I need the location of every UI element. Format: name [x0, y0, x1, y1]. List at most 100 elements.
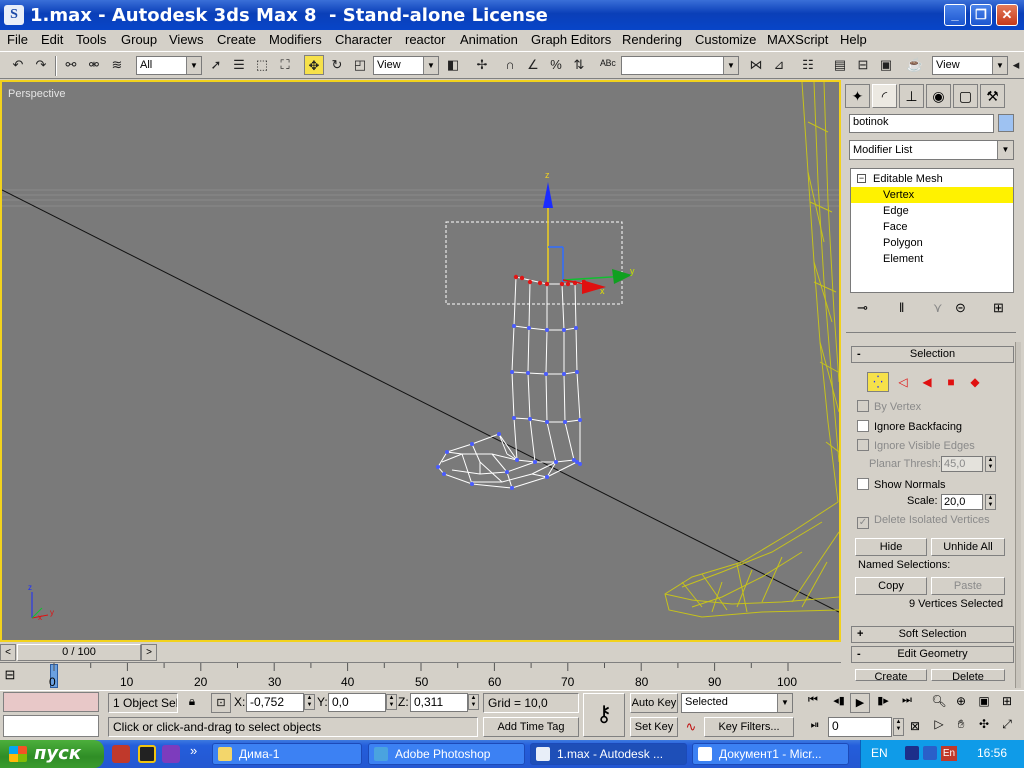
hide-button[interactable]: Hide — [855, 538, 927, 556]
undo-icon[interactable]: ↶ — [8, 55, 28, 75]
pan-icon[interactable]: ✋︎ — [952, 717, 970, 735]
menu-animation[interactable]: Animation — [460, 32, 518, 47]
default-in-out-tangents-icon[interactable]: ∿ — [682, 719, 700, 737]
edit-geometry-rollout-header[interactable]: - Edit Geometry — [851, 646, 1014, 663]
modifier-list-dropdown[interactable]: Modifier List ▼ — [849, 140, 1014, 160]
slider-prev-icon[interactable]: < — [0, 644, 16, 661]
select-and-move-icon[interactable]: ✥ — [304, 55, 324, 75]
slider-next-icon[interactable]: > — [141, 644, 157, 661]
menu-edit[interactable]: Edit — [41, 32, 63, 47]
select-and-link-icon[interactable]: ⚯ — [61, 55, 81, 75]
boot-wireframe[interactable] — [437, 276, 585, 489]
schematic-view-icon[interactable]: ⊟ — [853, 55, 873, 75]
edit-named-selection-icon[interactable]: ᴬᴮᶜ — [598, 55, 618, 75]
show-end-result-icon[interactable]: ‖ — [899, 300, 904, 315]
y-coordinate-field[interactable]: 0,0 — [328, 693, 386, 712]
minimize-button[interactable]: _ — [944, 4, 966, 26]
field-of-view-icon[interactable]: ▷ — [930, 717, 948, 735]
motion-tab-icon[interactable]: ◉ — [926, 84, 951, 108]
pin-stack-icon[interactable]: ⊸ — [857, 300, 868, 316]
material-editor-icon[interactable]: ▣ — [876, 55, 896, 75]
edge-subobject-icon[interactable]: ◁ — [893, 372, 913, 392]
spinner-arrows-icon[interactable]: ▲ ▼ — [985, 494, 996, 510]
taskbar-item-word[interactable]: Документ1 - Micr... — [692, 743, 849, 765]
quicklaunch-app-icon[interactable] — [112, 745, 130, 763]
menu-views[interactable]: Views — [169, 32, 203, 47]
track-bar[interactable]: ⊟ 0 10 20 30 40 50 60 70 80 90 100 — [0, 662, 841, 690]
by-vertex-checkbox[interactable]: By Vertex — [857, 400, 921, 413]
spinner-arrows-icon[interactable]: ▲ ▼ — [468, 694, 479, 710]
app-icon[interactable]: S — [4, 5, 24, 25]
display-tab-icon[interactable]: ▢ — [953, 84, 978, 108]
select-object-icon[interactable]: ➚ — [206, 55, 226, 75]
percent-snap-icon[interactable]: % — [546, 55, 566, 75]
time-slider-thumb[interactable]: 0 / 100 — [17, 644, 141, 661]
key-mode-toggle-icon[interactable]: ⏯ — [806, 719, 824, 737]
menu-help[interactable]: Help — [840, 32, 867, 47]
previous-frame-icon[interactable]: ◂▮ — [830, 694, 848, 712]
set-key-mode-icon[interactable]: ⚷ — [583, 693, 625, 737]
render-view-dropdown[interactable]: View ▼ — [932, 56, 1008, 75]
stack-item-polygon[interactable]: Polygon — [851, 235, 1013, 251]
mirror-icon[interactable]: ⋈ — [746, 55, 766, 75]
manipulate-icon[interactable]: ✢ — [472, 55, 492, 75]
stack-item-vertex[interactable]: Vertex — [851, 187, 1013, 203]
spinner-arrows-icon[interactable]: ▲ ▼ — [893, 718, 904, 736]
hierarchy-tab-icon[interactable]: ⊥ — [899, 84, 924, 108]
start-button[interactable]: пуск — [0, 740, 104, 768]
snaps-toggle-icon[interactable]: ∩ — [500, 55, 520, 75]
menu-modifiers[interactable]: Modifiers — [269, 32, 322, 47]
arc-rotate-icon[interactable]: ✣ — [975, 717, 993, 735]
selection-rollout-header[interactable]: - Selection — [851, 346, 1014, 363]
maxscript-listener-mini[interactable] — [3, 692, 99, 712]
modify-tab-icon[interactable]: ◜ — [872, 84, 897, 108]
play-icon[interactable]: ▶ — [850, 693, 870, 713]
tray-app-icon[interactable] — [905, 746, 919, 760]
taskbar-item-3dsmax[interactable]: 1.max - Autodesk ... — [530, 743, 687, 765]
object-color-swatch[interactable] — [998, 114, 1014, 132]
pivot-center-icon[interactable]: ◧ — [443, 55, 463, 75]
menu-graph-editors[interactable]: Graph Editors — [531, 32, 611, 47]
spinner-arrows-icon[interactable]: ▲ ▼ — [985, 456, 996, 472]
vertex-points[interactable] — [436, 324, 582, 490]
window-crossing-icon[interactable]: ⛶ — [275, 55, 295, 75]
quick-render-icon[interactable]: ◂ — [1010, 55, 1022, 75]
quicklaunch-app-icon[interactable] — [138, 745, 156, 763]
named-selection-sets-dropdown[interactable]: ▼ — [621, 56, 739, 75]
unhide-all-button[interactable]: Unhide All — [931, 538, 1005, 556]
delete-isolated-vertices-checkbox[interactable]: ✓ Delete Isolated Vertices — [857, 514, 990, 529]
spinner-snap-icon[interactable]: ⇅ — [569, 55, 589, 75]
face-subobject-icon[interactable]: ◀ — [917, 372, 937, 392]
current-frame-field[interactable]: 0 — [828, 717, 892, 737]
x-coordinate-field[interactable]: -0,752 — [246, 693, 304, 712]
menu-maxscript[interactable]: MAXScript — [767, 32, 828, 47]
delete-button[interactable]: Delete — [931, 669, 1005, 681]
select-by-name-icon[interactable]: ☰ — [229, 55, 249, 75]
ignore-backfacing-checkbox[interactable]: Ignore Backfacing — [857, 420, 962, 433]
polygon-subobject-icon[interactable]: ■ — [941, 372, 961, 392]
add-time-tag-button[interactable]: Add Time Tag — [483, 717, 579, 737]
paste-button[interactable]: Paste — [931, 577, 1005, 595]
language-bar-icon[interactable]: En — [941, 746, 957, 761]
quicklaunch-more-icon[interactable]: » — [190, 743, 197, 758]
perspective-viewport[interactable]: Perspective z y x z y x — [0, 80, 841, 642]
stack-item-edge[interactable]: Edge — [851, 203, 1013, 219]
set-key-button[interactable]: Set Key — [630, 717, 678, 737]
make-unique-icon[interactable]: ⋎ — [933, 300, 943, 316]
select-and-rotate-icon[interactable]: ↻ — [327, 55, 347, 75]
object-name-field[interactable]: botinok — [849, 114, 994, 133]
zoom-all-icon[interactable]: ⊕ — [952, 694, 970, 712]
redo-icon[interactable]: ↷ — [31, 55, 51, 75]
panel-scrollbar[interactable] — [1015, 342, 1021, 688]
menu-reactor[interactable]: reactor — [405, 32, 445, 47]
utilities-tab-icon[interactable]: ⚒ — [980, 84, 1005, 108]
key-mode-dropdown[interactable]: Selected ▼ — [681, 693, 793, 713]
spinner-arrows-icon[interactable]: ▲ ▼ — [304, 694, 315, 710]
rectangular-selection-icon[interactable]: ⬚ — [252, 55, 272, 75]
menu-group[interactable]: Group — [121, 32, 157, 47]
configure-modifier-sets-icon[interactable]: ⊞ — [993, 300, 1004, 316]
scale-spinner[interactable]: 20,0 — [941, 494, 983, 510]
stack-item-element[interactable]: Element — [851, 251, 1013, 267]
vertex-subobject-icon[interactable]: ⁛ — [867, 372, 889, 392]
render-scene-icon[interactable]: ☕ — [905, 55, 925, 75]
